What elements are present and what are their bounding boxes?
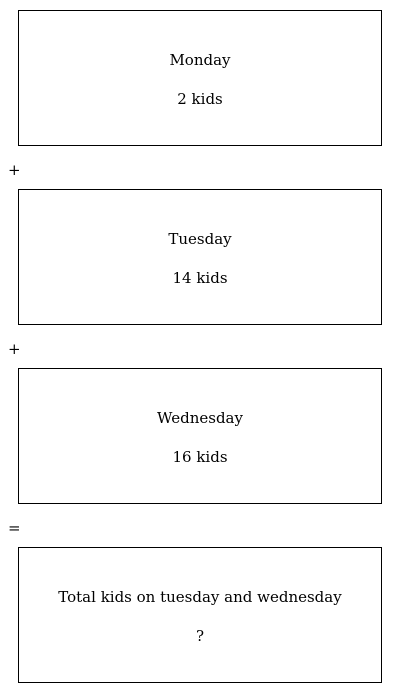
box-title: Monday (169, 51, 231, 69)
equals-operator: = (8, 519, 21, 537)
monday-box: Monday 2 kids (18, 10, 382, 146)
box-value: 16 kids (172, 448, 228, 466)
plus-operator: + (8, 340, 21, 358)
wednesday-box: Wednesday 16 kids (18, 368, 382, 504)
tuesday-box: Tuesday 14 kids (18, 189, 382, 325)
box-title: Total kids on tuesday and wednesday (58, 588, 342, 606)
box-title: Wednesday (157, 409, 243, 427)
box-value: 14 kids (172, 269, 228, 287)
total-box: Total kids on tuesday and wednesday ? (18, 547, 382, 683)
box-value: ? (195, 627, 205, 645)
box-title: Tuesday (168, 230, 232, 248)
plus-operator: + (8, 161, 21, 179)
box-value: 2 kids (177, 90, 223, 108)
